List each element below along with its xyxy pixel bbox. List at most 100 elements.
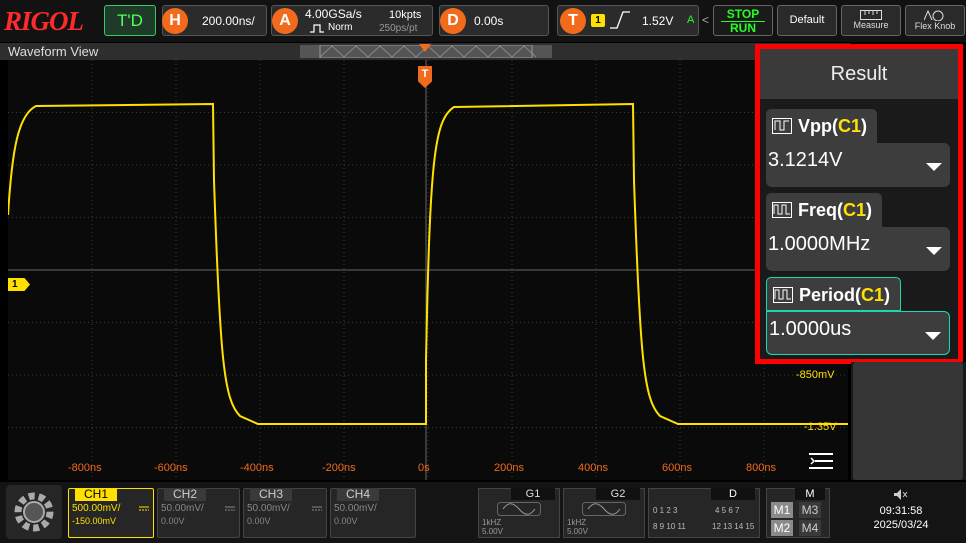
x-tick-label: -800ns — [68, 462, 102, 474]
channel-offset: 0.00V — [247, 516, 271, 526]
generator-label: G2 — [596, 488, 640, 500]
digital-bits-4-7: 4 5 6 7 — [715, 506, 740, 515]
run-label: RUN — [721, 21, 765, 35]
channel-label: CH1 — [75, 488, 117, 501]
time-resolution: 250ps/pt — [379, 23, 418, 34]
measurement-vpp[interactable]: Vpp(C1) 3.1214V — [766, 109, 950, 187]
dropdown-arrow-icon[interactable] — [925, 332, 941, 340]
trigger-source: 1 — [591, 14, 605, 27]
channel-scale: 50.00mV/ — [247, 503, 290, 514]
channel1-box[interactable]: CH1 500.00mV/ -150.00mV — [68, 488, 154, 538]
dropdown-arrow-icon[interactable] — [926, 163, 942, 171]
generator-frequency: 1kHZ — [567, 518, 587, 527]
math-label: M — [795, 488, 825, 500]
math-box[interactable]: M M1 M3 M2 M4 — [766, 488, 830, 538]
top-bar: RIGOL T'D H 200.00ns/ A 4.00GSa/s Norm 1… — [0, 0, 966, 42]
default-button[interactable]: Default — [777, 5, 837, 36]
generator-frequency: 1kHZ — [482, 518, 502, 527]
measure-button[interactable]: Measure — [841, 5, 901, 36]
sample-rate: 4.00GSa/s — [305, 7, 362, 21]
knob-icon — [924, 9, 944, 21]
stop-run-button[interactable]: STOP RUN — [713, 5, 773, 36]
home-gear-icon[interactable] — [6, 485, 62, 539]
math-m2-button[interactable]: M2 — [771, 520, 793, 536]
measurement-channel: C1 — [843, 200, 867, 220]
channel-label: CH3 — [250, 488, 292, 501]
chevron-left-icon[interactable]: < — [702, 13, 709, 27]
period-icon — [773, 287, 793, 303]
measurement-channel: C1 — [861, 285, 885, 305]
channel-offset: 0.00V — [334, 516, 358, 526]
channel3-box[interactable]: CH3 50.00mV/ 0.00V — [243, 488, 327, 538]
channel4-box[interactable]: CH4 50.00mV/ 0.00V — [330, 488, 416, 538]
timebase-value: 200.00ns/ — [202, 14, 255, 28]
channel-scale: 50.00mV/ — [161, 503, 204, 514]
speaker-muted-icon[interactable] — [894, 489, 908, 500]
acquire-badge: A — [272, 8, 298, 34]
measurement-value: 3.1214V — [768, 149, 843, 171]
measurement-value: 1.0000MHz — [768, 233, 871, 255]
generator-label: G1 — [511, 488, 555, 500]
digital-label: D — [711, 488, 755, 500]
measurement-period[interactable]: Period(C1) 1.0000us — [766, 277, 950, 355]
flex-knob-button[interactable]: Flex Knob — [905, 5, 965, 36]
digital-bits-12-15: 12 13 14 15 — [712, 522, 755, 531]
status-clock: 09:31:58 2025/03/24 — [838, 484, 964, 540]
trigger-mode-button[interactable]: T'D — [104, 5, 156, 36]
generator2-box[interactable]: G2 1kHZ 5.00V — [563, 488, 645, 538]
generator-amplitude: 5.00V — [567, 527, 588, 536]
channel-scale: 500.00mV/ — [72, 503, 121, 514]
math-m1-button[interactable]: M1 — [771, 502, 793, 518]
waveform-grid[interactable] — [8, 60, 848, 480]
channel-label: CH2 — [164, 488, 206, 501]
rising-edge-icon — [610, 11, 630, 29]
math-m4-button[interactable]: M4 — [799, 520, 821, 536]
digital-channels-box[interactable]: D 0 1 2 3 4 5 6 7 8 9 10 11 12 13 14 15 — [648, 488, 760, 538]
ruler-icon — [860, 10, 882, 20]
y-tick-label: -850mV — [796, 369, 835, 381]
generator-amplitude: 5.00V — [482, 527, 503, 536]
horizontal-badge: H — [162, 8, 188, 34]
x-tick-label: 400ns — [578, 462, 608, 474]
trigger-coupling: A — [687, 14, 695, 26]
x-tick-label: 800ns — [746, 462, 776, 474]
measurement-freq[interactable]: Freq(C1) 1.0000MHz — [766, 193, 950, 271]
trigger-position-arrow[interactable] — [419, 44, 431, 52]
clock-date: 2025/03/24 — [873, 519, 929, 531]
stop-label: STOP — [726, 7, 760, 21]
freq-icon — [772, 202, 792, 218]
coupling-icon — [225, 506, 235, 511]
x-tick-label: 200ns — [494, 462, 524, 474]
rigol-logo: RIGOL — [4, 6, 84, 36]
menu-icon[interactable] — [809, 451, 833, 471]
trigger-badge: T — [560, 8, 586, 34]
x-tick-label: -400ns — [240, 462, 274, 474]
waveform-view-title: Waveform View — [8, 44, 99, 59]
sine-wave-icon — [497, 502, 541, 516]
y-tick-label: -1.35V — [804, 421, 837, 433]
coupling-icon — [312, 506, 322, 511]
memory-depth: 10kpts — [389, 9, 422, 21]
delay-badge: D — [440, 8, 466, 34]
math-m3-button[interactable]: M3 — [799, 502, 821, 518]
channel2-box[interactable]: CH2 50.00mV/ 0.00V — [157, 488, 240, 538]
channel-scale: 50.00mV/ — [334, 503, 377, 514]
result-panel: Result Vpp(C1) 3.1214V Freq(C1) 1.0000MH… — [755, 44, 963, 364]
trigger-level: 1.52V — [642, 14, 674, 28]
result-title: Result — [760, 49, 958, 99]
x-tick-label: 0s — [418, 462, 430, 474]
sine-wave-icon — [582, 502, 626, 516]
side-panel-remainder — [851, 362, 966, 480]
dropdown-arrow-icon[interactable] — [926, 247, 942, 255]
channel-offset: -150.00mV — [72, 516, 117, 526]
measure-label: Measure — [853, 20, 889, 30]
acquire-mode-icon — [310, 24, 324, 33]
channel-offset: 0.00V — [161, 516, 185, 526]
vpp-icon — [772, 118, 792, 134]
measurement-name: Vpp — [798, 116, 832, 136]
delay-value: 0.00s — [474, 14, 504, 28]
digital-bits-8-11: 8 9 10 11 — [653, 522, 686, 531]
digital-bits-0-3: 0 1 2 3 — [653, 506, 678, 515]
measurement-value: 1.0000us — [769, 318, 852, 340]
generator1-box[interactable]: G1 1kHZ 5.00V — [478, 488, 560, 538]
